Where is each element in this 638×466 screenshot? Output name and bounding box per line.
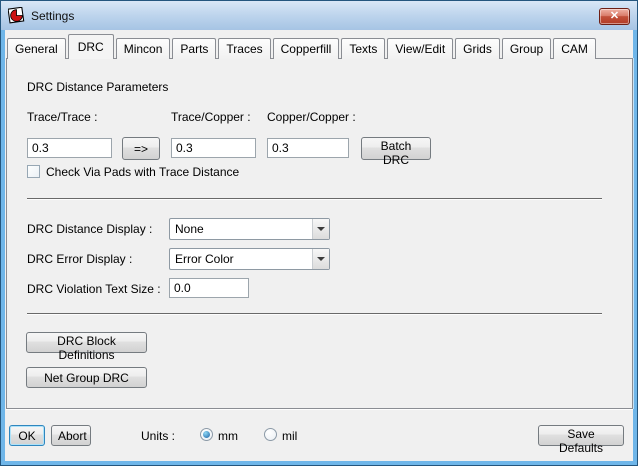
violation-text-size-input[interactable]: [169, 278, 249, 298]
trace-trace-input[interactable]: [27, 138, 112, 158]
tab-drc[interactable]: DRC: [68, 34, 114, 59]
tab-copperfill[interactable]: Copperfill: [273, 38, 340, 59]
violation-text-size-label: DRC Violation Text Size :: [27, 282, 161, 296]
separator: [27, 198, 602, 200]
error-display-value: Error Color: [170, 252, 312, 266]
tab-strip: General DRC Mincon Parts Traces Copperfi…: [7, 34, 598, 59]
tab-general[interactable]: General: [7, 38, 66, 59]
window-title: Settings: [31, 9, 74, 23]
titlebar: Settings ✕: [1, 1, 637, 30]
tab-texts[interactable]: Texts: [341, 38, 385, 59]
distance-display-label: DRC Distance Display :: [27, 222, 152, 236]
tab-group[interactable]: Group: [502, 38, 551, 59]
unit-mil-radio[interactable]: [264, 428, 277, 441]
check-via-pads-checkbox[interactable]: [27, 165, 40, 178]
distance-display-value: None: [170, 222, 312, 236]
copper-copper-label: Copper/Copper :: [267, 110, 356, 124]
settings-window: Settings ✕ General DRC Mincon Parts Trac…: [0, 0, 638, 466]
save-defaults-button[interactable]: Save Defaults: [538, 425, 624, 446]
abort-button[interactable]: Abort: [51, 425, 91, 446]
check-via-pads-label: Check Via Pads with Trace Distance: [46, 165, 239, 179]
app-icon: [8, 7, 25, 24]
chevron-down-icon[interactable]: [312, 249, 329, 269]
trace-trace-label: Trace/Trace :: [27, 110, 97, 124]
net-group-drc-button[interactable]: Net Group DRC: [26, 367, 147, 388]
tab-cam[interactable]: CAM: [553, 38, 596, 59]
copper-copper-input[interactable]: [267, 138, 349, 158]
ok-button[interactable]: OK: [9, 425, 45, 446]
tab-traces[interactable]: Traces: [218, 38, 270, 59]
trace-copper-input[interactable]: [171, 138, 256, 158]
tab-parts[interactable]: Parts: [172, 38, 216, 59]
error-display-select[interactable]: Error Color: [169, 248, 330, 270]
section-title: DRC Distance Parameters: [27, 80, 168, 94]
units-label: Units :: [141, 429, 175, 443]
chevron-down-icon[interactable]: [312, 219, 329, 239]
tab-mincon[interactable]: Mincon: [116, 38, 171, 59]
error-display-label: DRC Error Display :: [27, 252, 132, 266]
tab-view-edit[interactable]: View/Edit: [387, 38, 453, 59]
distance-display-select[interactable]: None: [169, 218, 330, 240]
tab-grids[interactable]: Grids: [455, 38, 500, 59]
separator: [27, 313, 602, 315]
unit-mil-label: mil: [282, 429, 297, 443]
unit-mm-label: mm: [218, 429, 238, 443]
close-button[interactable]: ✕: [599, 8, 630, 25]
drc-block-definitions-button[interactable]: DRC Block Definitions: [26, 332, 147, 353]
copy-value-button[interactable]: =>: [122, 137, 160, 160]
trace-copper-label: Trace/Copper :: [171, 110, 251, 124]
batch-drc-button[interactable]: Batch DRC: [361, 137, 431, 160]
unit-mm-radio[interactable]: [200, 428, 213, 441]
